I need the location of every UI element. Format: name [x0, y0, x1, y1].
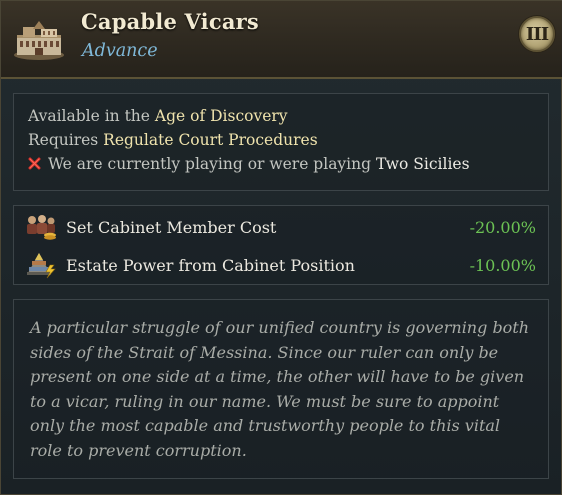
palace-building-icon: [14, 21, 64, 60]
age-requirement: Available in the Age of Discovery: [28, 104, 548, 128]
prerequisite-requirement: Requires Regulate Court Procedures: [28, 128, 548, 152]
requirements-panel: Available in the Age of Discovery Requir…: [13, 93, 549, 191]
country-requirement: We are currently playing or were playing…: [28, 152, 548, 176]
tier-badge: III: [519, 16, 555, 52]
tooltip-header: Capable Vicars Advance III: [1, 1, 562, 79]
flavor-text-panel: A particular struggle of our unified cou…: [13, 299, 549, 479]
flavor-text: A particular struggle of our unified cou…: [30, 318, 530, 460]
modifier-label: Estate Power from Cabinet Position: [66, 255, 355, 275]
advance-tooltip: Capable Vicars Advance III Available in …: [0, 0, 562, 495]
advance-title: Capable Vicars: [81, 9, 259, 34]
modifier-value: -10.00%: [469, 255, 536, 275]
age-name-link[interactable]: Age of Discovery: [155, 107, 288, 125]
red-cross-icon: [28, 157, 41, 170]
country-name-link[interactable]: Two Sicilies: [376, 155, 470, 173]
modifier-row: Set Cabinet Member Cost -20.00%: [14, 209, 548, 245]
modifier-value: -20.00%: [469, 217, 536, 237]
requires-prefix: Requires: [28, 131, 104, 149]
modifiers-panel: Set Cabinet Member Cost -20.00% Estate P…: [13, 205, 549, 285]
prerequisite-advance-link[interactable]: Regulate Court Procedures: [103, 131, 317, 149]
advance-type-label: Advance: [82, 41, 158, 61]
cabinet-members-icon: [27, 215, 56, 240]
blocked-prefix: We are currently playing or were playing: [48, 155, 376, 173]
age-prefix: Available in the: [28, 107, 155, 125]
estate-pyramid-icon: [27, 253, 56, 279]
modifier-row: Estate Power from Cabinet Position -10.0…: [14, 247, 548, 283]
modifier-label: Set Cabinet Member Cost: [66, 217, 277, 237]
